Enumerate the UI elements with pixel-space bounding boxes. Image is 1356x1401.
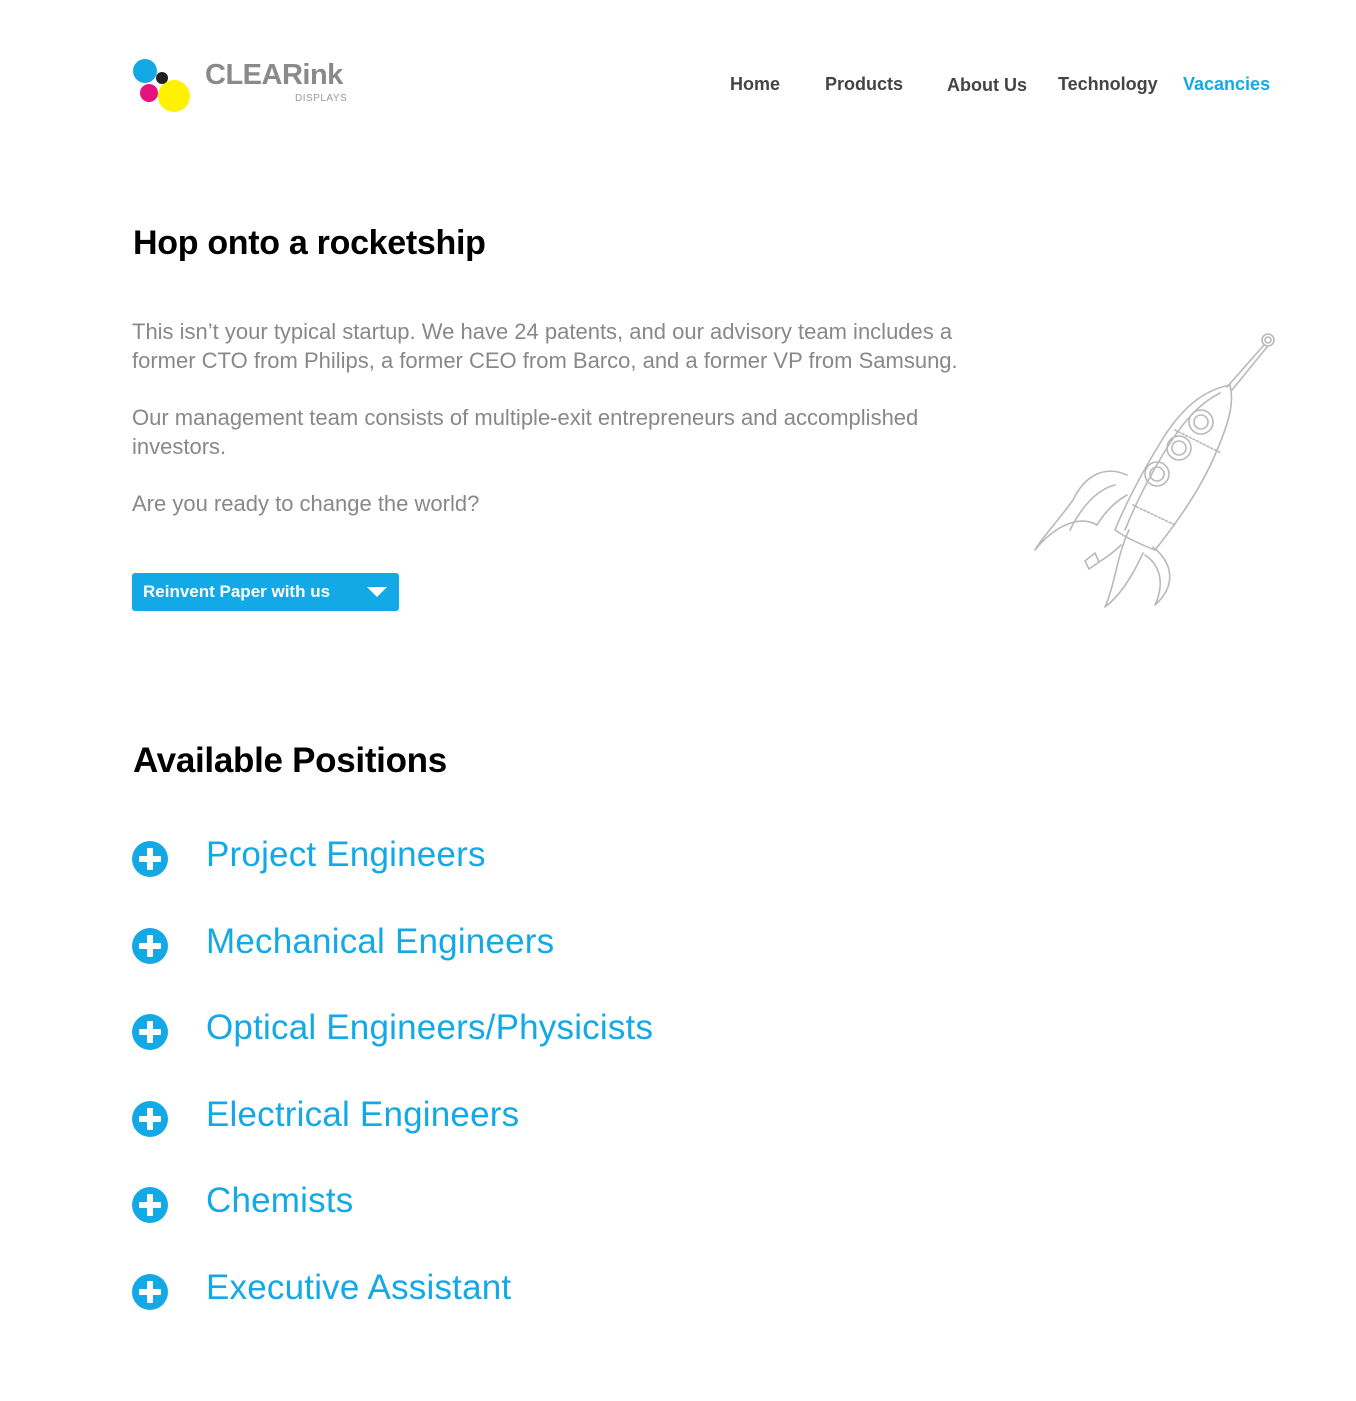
position-item-mechanical-engineers[interactable]: Mechanical Engineers — [132, 922, 832, 972]
site-header: CLEARink DISPLAYS Home Products About Us… — [0, 0, 1356, 170]
rocket-illustration — [1034, 333, 1275, 608]
positions-title: Available Positions — [133, 741, 447, 780]
main-nav: Home Products About Us Technology Vacanc… — [0, 74, 1356, 104]
position-label: Electrical Engineers — [206, 1095, 520, 1134]
hero-title: Hop onto a rocketship — [133, 224, 486, 262]
plus-circle-icon[interactable] — [132, 1101, 168, 1137]
nav-vacancies[interactable]: Vacancies — [1183, 74, 1270, 95]
plus-circle-icon[interactable] — [132, 1187, 168, 1223]
nav-home[interactable]: Home — [730, 74, 780, 95]
position-label: Optical Engineers/Physicists — [206, 1008, 654, 1047]
nav-products[interactable]: Products — [825, 74, 903, 95]
position-item-chemists[interactable]: Chemists — [132, 1181, 832, 1231]
intro-paragraph: Are you ready to change the world? — [132, 491, 480, 516]
hero-intro: This isn’t your typical startup. We have… — [132, 317, 1012, 546]
position-label: Executive Assistant — [206, 1268, 512, 1307]
plus-circle-icon[interactable] — [132, 928, 168, 964]
position-label: Project Engineers — [206, 835, 486, 874]
cta-label: Reinvent Paper with us — [143, 582, 331, 601]
intro-paragraph: Our management team consists of multiple… — [132, 405, 919, 459]
reinvent-paper-button[interactable]: Reinvent Paper with us — [132, 573, 399, 611]
plus-circle-icon[interactable] — [132, 1274, 168, 1310]
position-item-electrical-engineers[interactable]: Electrical Engineers — [132, 1095, 832, 1145]
position-item-project-engineers[interactable]: Project Engineers — [132, 835, 832, 885]
plus-circle-icon[interactable] — [132, 841, 168, 877]
caret-down-icon — [367, 587, 387, 597]
intro-paragraph: This isn’t your typical startup. We have… — [132, 319, 958, 373]
nav-technology[interactable]: Technology — [1058, 74, 1158, 95]
position-item-optical-engineers[interactable]: Optical Engineers/Physicists — [132, 1008, 832, 1058]
position-label: Mechanical Engineers — [206, 922, 555, 961]
plus-circle-icon[interactable] — [132, 1014, 168, 1050]
nav-about-us[interactable]: About Us — [947, 75, 1027, 96]
position-item-executive-assistant[interactable]: Executive Assistant — [132, 1268, 832, 1318]
position-label: Chemists — [206, 1181, 354, 1220]
